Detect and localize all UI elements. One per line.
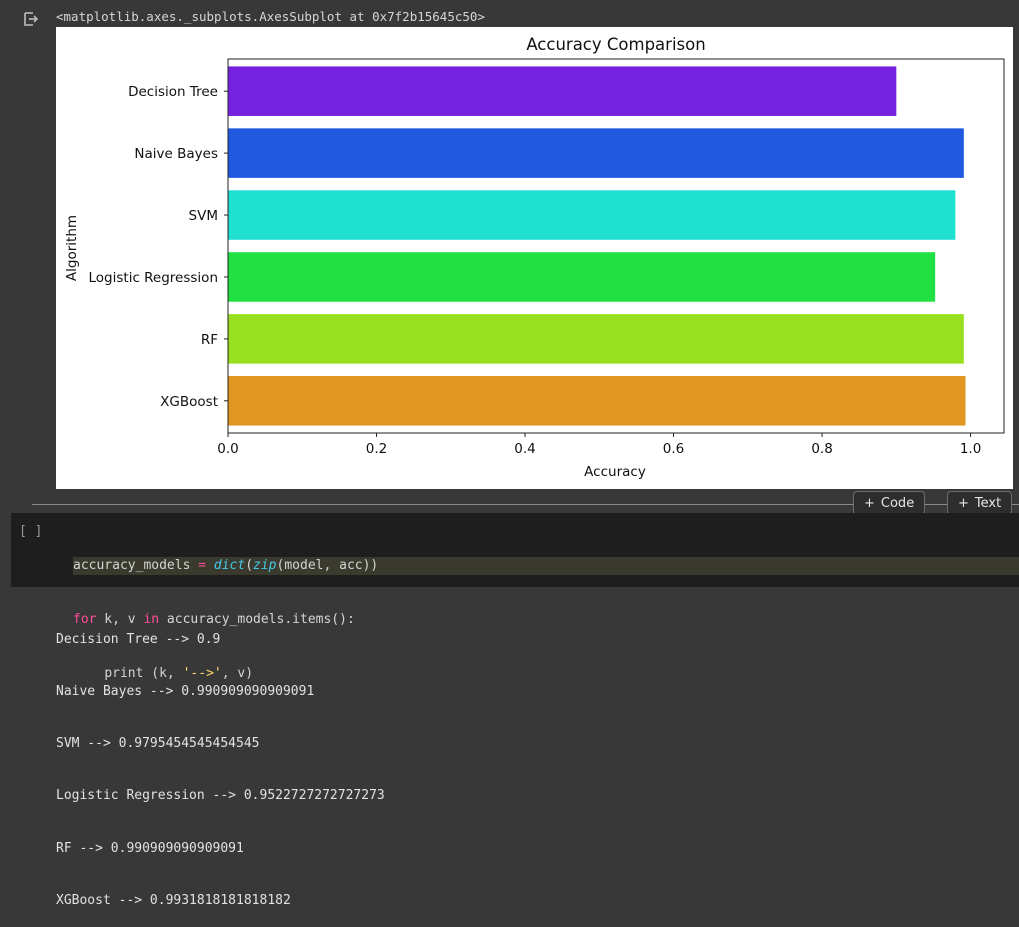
cell-output-area: <matplotlib.axes._subplots.AxesSubplot a… <box>0 0 1019 496</box>
add-code-button[interactable]: + Code <box>853 491 926 515</box>
x-tick-label: 0.2 <box>366 441 387 457</box>
add-text-button[interactable]: + Text <box>947 491 1013 515</box>
bar-xgboost <box>228 376 966 426</box>
bar-decision-tree <box>228 66 897 116</box>
output-line: RF --> 0.990909090909091 <box>56 840 244 856</box>
x-tick-label: 1.0 <box>960 441 981 457</box>
accuracy-bar-chart: Accuracy Comparison Decision Tree Naive B… <box>64 35 1005 480</box>
cell-print-output: Decision Tree --> 0.9 Naive Bayes --> 0.… <box>56 596 385 927</box>
output-line: Decision Tree --> 0.9 <box>56 631 221 647</box>
output-redirect-icon[interactable] <box>22 10 40 28</box>
output-line: Logistic Regression --> 0.95227272727272… <box>56 788 385 804</box>
y-axis-label: Algorithm <box>64 215 80 281</box>
chart-title: Accuracy Comparison <box>526 35 705 54</box>
x-tick-label: 0.6 <box>663 441 684 457</box>
y-tick-label: Logistic Regression <box>89 270 219 286</box>
output-line: SVM --> 0.9795454545454545 <box>56 736 260 752</box>
y-tick-label: Decision Tree <box>128 84 218 100</box>
plus-icon: + <box>958 496 969 511</box>
chart-figure: Accuracy Comparison Decision Tree Naive B… <box>56 27 1013 489</box>
bar-svm <box>228 190 956 240</box>
x-tick-label: 0.0 <box>217 441 238 457</box>
bar-rf <box>228 314 964 364</box>
plus-icon: + <box>864 496 875 511</box>
code-line[interactable]: accuracy_models = dict(zip(model, acc)) <box>73 557 1019 575</box>
y-tick-label: RF <box>201 332 218 348</box>
x-tick-label: 0.4 <box>514 441 535 457</box>
y-tick-label: Naive Bayes <box>134 146 218 162</box>
x-tick-label: 0.8 <box>811 441 832 457</box>
output-line: Naive Bayes --> 0.990909090909091 <box>56 684 315 700</box>
bar-logistic-regression <box>228 252 936 302</box>
x-axis-label: Accuracy <box>584 464 646 480</box>
code-cell[interactable]: [ ] accuracy_models = dict(zip(model, ac… <box>11 513 1019 681</box>
y-tick-label: XGBoost <box>160 394 218 410</box>
run-cell-indicator[interactable]: [ ] <box>19 524 42 539</box>
bar-naive-bayes <box>228 128 964 178</box>
y-tick-label: SVM <box>189 208 218 224</box>
output-line: XGBoost --> 0.9931818181818182 <box>56 892 291 908</box>
output-repr-text: <matplotlib.axes._subplots.AxesSubplot a… <box>56 9 485 24</box>
